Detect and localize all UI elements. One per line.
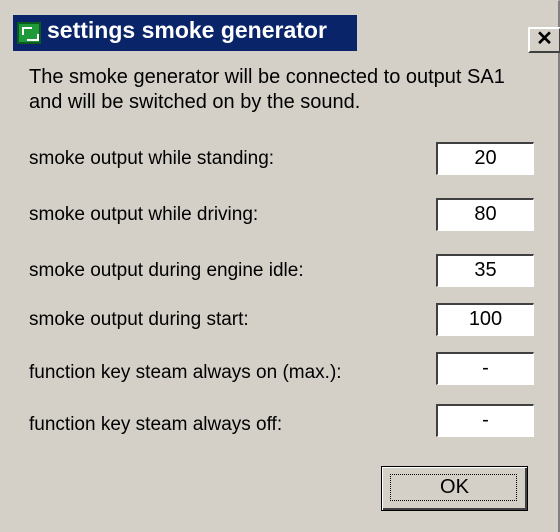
label-start: smoke output during start:: [29, 309, 249, 330]
intro-text: The smoke generator will be connected to…: [29, 65, 549, 115]
start-output-field[interactable]: 100: [436, 303, 534, 336]
intro-line-1: The smoke generator will be connected to…: [29, 66, 505, 88]
standing-output-field[interactable]: 20: [436, 142, 534, 175]
engine-idle-output-field[interactable]: 35: [436, 254, 534, 287]
intro-line-2: and will be switched on by the sound.: [29, 91, 361, 113]
app-icon: [17, 22, 41, 44]
close-icon: ✕: [536, 28, 553, 50]
close-button[interactable]: ✕: [528, 27, 560, 53]
steam-on-key-field[interactable]: -: [436, 352, 534, 385]
ok-button[interactable]: OK: [381, 466, 528, 511]
ok-button-label: OK: [440, 476, 469, 498]
label-driving: smoke output while driving:: [29, 204, 259, 225]
label-steam-off: function key steam always off:: [29, 414, 283, 435]
label-steam-on: function key steam always on (max.):: [29, 362, 342, 383]
label-standing: smoke output while standing:: [29, 148, 275, 169]
steam-off-key-field[interactable]: -: [436, 404, 534, 437]
driving-output-field[interactable]: 80: [436, 198, 534, 231]
label-engine-idle: smoke output during engine idle:: [29, 260, 304, 281]
settings-dialog: settings smoke generator ✕ The smoke gen…: [0, 0, 560, 532]
window-title: settings smoke generator: [47, 17, 327, 43]
title-bar: settings smoke generator ✕: [5, 5, 560, 57]
